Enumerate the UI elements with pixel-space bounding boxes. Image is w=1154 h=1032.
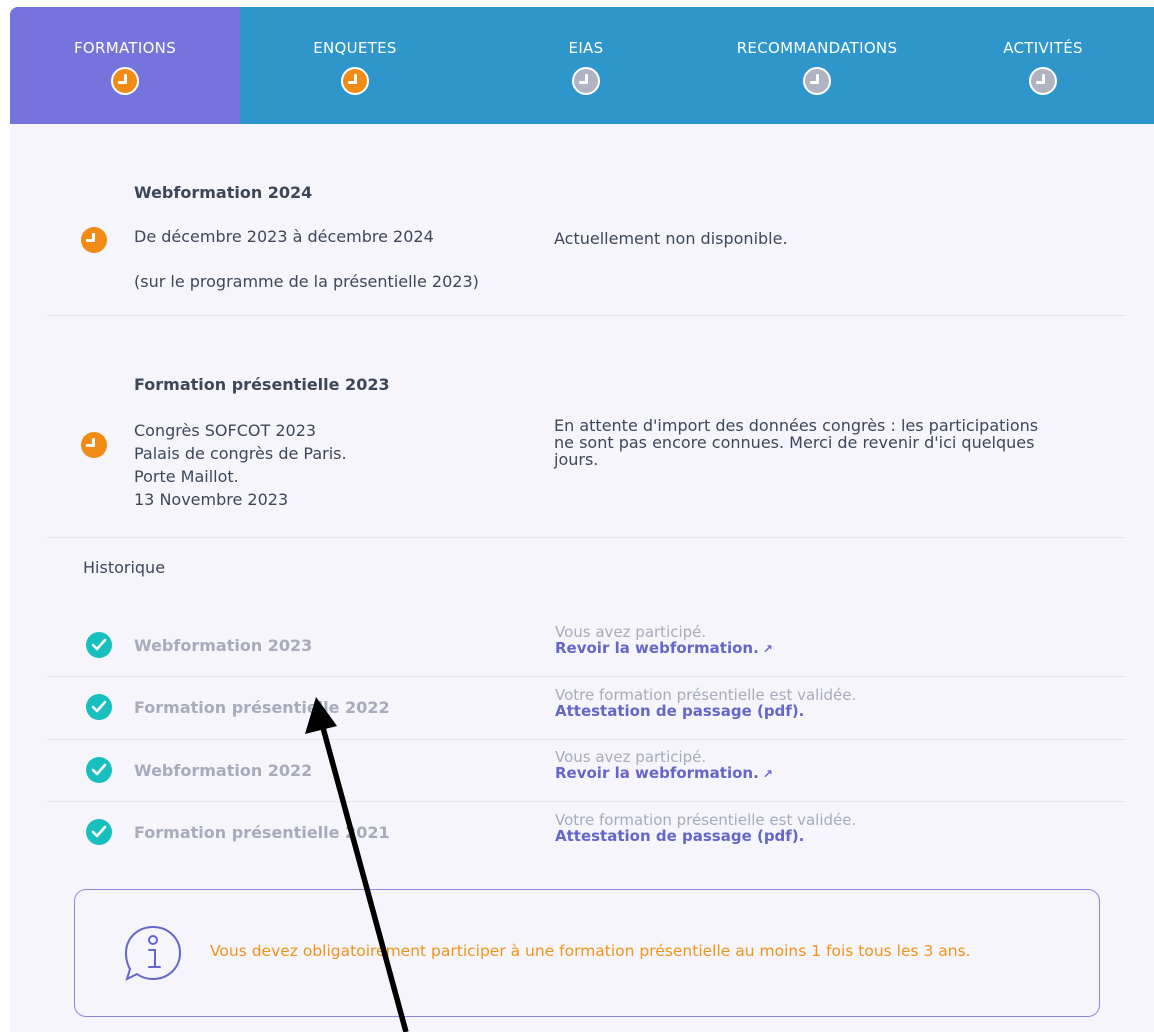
check-icon <box>86 694 112 720</box>
tab-label: ACTIVITÉS <box>1003 39 1083 57</box>
formation-location: Congrès SOFCOT 2023 Palais de congrès de… <box>134 419 347 511</box>
check-icon <box>86 757 112 783</box>
link-label: Revoir la webformation. <box>555 764 759 782</box>
tab-recommandations[interactable]: RECOMMANDATIONS <box>702 7 932 124</box>
info-chat-icon <box>124 925 182 981</box>
history-name: Formation présentielle 2021 <box>134 823 390 842</box>
clock-icon <box>111 67 139 95</box>
tab-label: EIAS <box>568 39 604 57</box>
history-status: Votre formation présentielle est validée… <box>555 812 856 845</box>
external-link-icon: ↗ <box>762 767 773 781</box>
attestation-pdf-link[interactable]: Attestation de passage (pdf). <box>555 828 856 845</box>
tab-label: ENQUETES <box>313 39 397 57</box>
history-status: Votre formation présentielle est validée… <box>555 687 856 720</box>
tab-label: FORMATIONS <box>73 39 177 57</box>
tab-enquetes[interactable]: ENQUETES <box>240 7 470 124</box>
divider <box>47 676 1125 677</box>
tab-eias[interactable]: EIAS <box>470 7 702 124</box>
location-line: 13 Novembre 2023 <box>134 490 289 509</box>
clock-icon <box>1029 67 1057 95</box>
clock-icon <box>803 67 831 95</box>
location-line: Porte Maillot. <box>134 467 239 486</box>
revoir-webformation-link[interactable]: Revoir la webformation. ↗ <box>555 765 773 783</box>
divider <box>47 315 1125 316</box>
attestation-pdf-link[interactable]: Attestation de passage (pdf). <box>555 703 856 720</box>
history-heading: Historique <box>83 558 166 577</box>
clock-icon <box>81 432 107 458</box>
link-label: Attestation de passage (pdf). <box>555 827 805 845</box>
check-icon <box>86 819 112 845</box>
tab-activites[interactable]: ACTIVITÉS <box>932 7 1154 124</box>
check-icon <box>86 632 112 658</box>
revoir-webformation-link[interactable]: Revoir la webformation. ↗ <box>555 640 773 658</box>
external-link-icon: ↗ <box>762 642 773 656</box>
history-status-text: Vous avez participé. <box>555 623 707 641</box>
info-message: Vous devez obligatoirement participer à … <box>210 942 971 960</box>
location-line: Congrès SOFCOT 2023 <box>134 421 317 440</box>
tab-label: RECOMMANDATIONS <box>736 39 898 57</box>
formation-status: En attente d'import des données congrès … <box>554 417 1038 468</box>
info-box: Vous devez obligatoirement participer à … <box>74 889 1100 1017</box>
clock-icon <box>341 67 369 95</box>
history-name: Webformation 2023 <box>134 636 313 655</box>
formation-note: (sur le programme de la présentielle 202… <box>134 272 479 291</box>
history-status: Vous avez participé. Revoir la webformat… <box>555 624 773 658</box>
history-status-text: Votre formation présentielle est validée… <box>555 811 857 829</box>
formation-title: Webformation 2024 <box>134 183 313 202</box>
divider <box>47 739 1125 740</box>
status-line: jours. <box>554 450 599 469</box>
tab-formations[interactable]: FORMATIONS <box>10 7 240 124</box>
history-status: Vous avez participé. Revoir la webformat… <box>555 749 773 783</box>
clock-icon <box>572 67 600 95</box>
history-status-text: Vous avez participé. <box>555 748 707 766</box>
formation-status: Actuellement non disponible. <box>554 229 788 248</box>
divider <box>47 801 1125 802</box>
clock-icon <box>81 227 107 253</box>
history-name: Webformation 2022 <box>134 761 313 780</box>
formation-dates: De décembre 2023 à décembre 2024 <box>134 227 434 246</box>
formation-title: Formation présentielle 2023 <box>134 375 390 394</box>
location-line: Palais de congrès de Paris. <box>134 444 347 463</box>
tab-bar: FORMATIONS ENQUETES EIAS RECOMMANDATIONS… <box>10 7 1154 124</box>
status-line: En attente d'import des données congrès … <box>554 416 1039 435</box>
link-label: Attestation de passage (pdf). <box>555 702 805 720</box>
status-line: ne sont pas encore connues. Merci de rev… <box>554 433 1035 452</box>
main-panel: FORMATIONS ENQUETES EIAS RECOMMANDATIONS… <box>10 7 1154 1032</box>
link-label: Revoir la webformation. <box>555 639 759 657</box>
divider <box>47 537 1125 538</box>
history-status-text: Votre formation présentielle est validée… <box>555 686 857 704</box>
history-name: Formation présentielle 2022 <box>134 698 390 717</box>
